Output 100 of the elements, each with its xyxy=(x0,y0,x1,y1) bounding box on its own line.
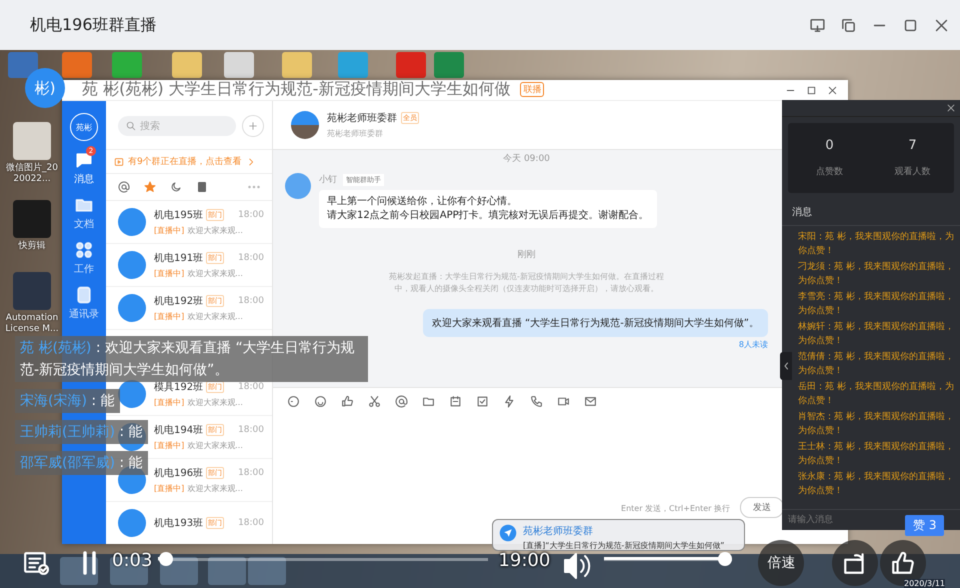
message-preview: 欢迎大家来观... xyxy=(187,440,243,451)
copy-icon[interactable] xyxy=(840,16,857,34)
message-bubble: 欢迎大家来观看直播 “大学生日常行为规范-新冠疫情期间大学生如何做”。 xyxy=(422,309,768,337)
message-preview: 欢迎大家来观... xyxy=(187,311,243,322)
group-avatar xyxy=(118,294,146,322)
input-hint: Enter 发送，Ctrl+Enter 换行 xyxy=(621,503,730,514)
stat-value: 7 xyxy=(908,138,917,153)
conversation-time: 18:00 xyxy=(238,425,264,435)
group-avatar xyxy=(118,208,146,236)
at-sign-icon[interactable] xyxy=(118,181,130,193)
emoji-icon[interactable] xyxy=(314,394,327,408)
system-notice: 苑彬发起直播：大学生日常行为规范-新冠疫情期间大学生如何做。在直播过程中，观看人的摄像头全程关闭（仅连麦功能时可选择开启），请放心观看。 xyxy=(388,271,665,295)
lightning-icon[interactable] xyxy=(503,394,516,408)
group-avatar xyxy=(118,251,146,279)
conversation-time: 18:00 xyxy=(238,253,264,263)
message-preview: 欢迎大家来观... xyxy=(187,225,243,236)
comment-toast: 王帅莉(王帅莉) : 能 xyxy=(15,420,148,444)
close-icon[interactable] xyxy=(946,103,956,113)
gif-icon[interactable] xyxy=(287,394,300,408)
conversation-name: 机电195班 xyxy=(154,208,204,222)
star-icon[interactable] xyxy=(144,181,156,193)
timestamp: 刚刚 xyxy=(518,248,536,261)
conversation-time: 18:00 xyxy=(238,210,264,220)
checkbox-icon[interactable] xyxy=(476,394,489,408)
stream-title: 苑 彬(苑彬) 大学生日常行为规范-新冠疫情期间大学生如何做 xyxy=(82,79,510,100)
conversation-time: 18:00 xyxy=(238,468,264,478)
viewer-message: 刁龙须：苑 彬，我来围观你的直播啦，为你点赞！ xyxy=(798,260,954,288)
live-status: [直播中] xyxy=(154,311,184,322)
group-avatar xyxy=(118,509,146,537)
nav-tab[interactable]: 工作 xyxy=(72,238,96,278)
viewer-message: 范倩倩：苑 彬，我来围观你的直播啦，为你点赞！ xyxy=(798,350,954,378)
notification-title: 苑彬老师班委群 xyxy=(523,524,594,538)
nav-tab[interactable]: 文档 xyxy=(72,193,96,233)
stat-value: 0 xyxy=(825,138,834,153)
play-box-icon xyxy=(114,156,124,166)
scissors-icon[interactable] xyxy=(368,394,381,408)
moon-icon[interactable] xyxy=(170,181,182,193)
viewer-message: 李雪亮：苑 彬，我来围观你的直播啦，为你点赞！ xyxy=(798,290,954,318)
elapsed-time: 0:03 xyxy=(112,550,152,571)
conversation-name: 机电196班 xyxy=(154,466,204,480)
message-preview: 欢迎大家来观... xyxy=(187,397,243,408)
at-sign-icon[interactable] xyxy=(395,394,408,408)
like-count-button[interactable]: 赞 3 xyxy=(905,515,944,536)
stat-label: 观看人数 xyxy=(894,166,930,178)
chat-title: 苑彬老师班委群 xyxy=(327,112,397,125)
message-bubble: 早上第一个问候送给你，让你有个好心情。 请大家12点之前今日校园APP打卡。填完核对无误后再提交。谢谢配合。 xyxy=(319,190,657,228)
comment-toast: 宋海(宋海) : 能 xyxy=(15,389,120,413)
conversation-name: 模具192班 xyxy=(154,380,204,394)
close-icon[interactable] xyxy=(827,84,838,96)
co-stream-badge: 联播 xyxy=(520,82,544,97)
conversation-name: 机电191班 xyxy=(154,252,204,265)
read-status[interactable]: 8人未读 xyxy=(738,339,768,350)
paper-plane-icon xyxy=(499,524,517,542)
conversation-time: 18:00 xyxy=(238,382,264,392)
calendar-icon[interactable] xyxy=(449,394,462,408)
phone-icon[interactable] xyxy=(530,394,543,408)
live-status: [直播中] xyxy=(154,397,184,408)
window-title: 机电196班群直播 xyxy=(30,14,158,36)
conversation-time: 18:00 xyxy=(238,518,264,528)
thumbs-up-icon xyxy=(890,550,916,576)
video-icon[interactable] xyxy=(557,394,570,408)
shortcut-label: 微信图片_2020022... xyxy=(5,163,59,185)
captions-icon[interactable] xyxy=(22,550,50,576)
envelope-icon[interactable] xyxy=(584,394,597,408)
conversation-time: 18:00 xyxy=(238,296,264,306)
group-avatar xyxy=(291,111,319,139)
live-status: [直播中] xyxy=(154,268,184,279)
taskbar-clock: 2020/3/11 xyxy=(904,579,946,588)
nav-tab[interactable]: 通讯录 xyxy=(67,283,101,323)
notification-popup[interactable]: 苑彬老师班委群 [直播]“大学生日常行为规范-新冠疫情期间大学生如何做” xyxy=(492,519,745,551)
timestamp: 今天 09:00 xyxy=(503,152,550,165)
comment-toast: 苑 彬(苑彬) : 欢迎大家来观看直播 “大学生日常行为规范-新冠疫情期间大学生如何做”。 xyxy=(15,336,368,382)
conversation-name: 机电193班 xyxy=(154,516,204,530)
thumbs-up-icon[interactable] xyxy=(341,394,354,408)
viewer-message: 宋阳：苑 彬，我来围观你的直播啦，为你点赞！ xyxy=(798,230,954,258)
viewer-message: 岳田：苑 彬，我来围观你的直播啦，为你点赞！ xyxy=(798,380,954,408)
folder-icon[interactable] xyxy=(422,394,435,408)
shortcut-label: Automation License M... xyxy=(4,313,60,335)
stat-label: 点赞数 xyxy=(816,166,843,178)
profile-avatar[interactable]: 苑彬 xyxy=(70,113,98,141)
comment-toast: 邵军威(邵军威) : 能 xyxy=(15,451,148,475)
grid-icon xyxy=(74,240,94,260)
conversation-name: 机电194班 xyxy=(154,424,204,437)
chevron-left-icon[interactable] xyxy=(780,352,792,380)
chat-subtitle: 苑彬老师班委群 xyxy=(327,128,384,139)
search-icon xyxy=(126,121,136,131)
live-status: [直播中] xyxy=(154,483,184,494)
conversation-name: 机电192班 xyxy=(154,294,204,308)
send-button[interactable]: 发送 xyxy=(740,497,784,518)
live-status: [直播中] xyxy=(154,225,184,236)
banner-text: 有9个群正在直播，点击查看 xyxy=(128,156,242,168)
placeholder-text: 搜索 xyxy=(140,120,160,133)
taskbar-app-icon[interactable] xyxy=(60,557,98,585)
message-preview: 欢迎大家来观... xyxy=(187,483,243,494)
panel-heading: 消息 xyxy=(782,199,960,226)
maximize-icon[interactable] xyxy=(806,84,817,96)
message-preview: 欢迎大家来观... xyxy=(187,268,243,279)
live-status: [直播中] xyxy=(154,440,184,451)
plus-icon xyxy=(248,121,258,131)
duration-time: 19:00 xyxy=(498,550,552,571)
